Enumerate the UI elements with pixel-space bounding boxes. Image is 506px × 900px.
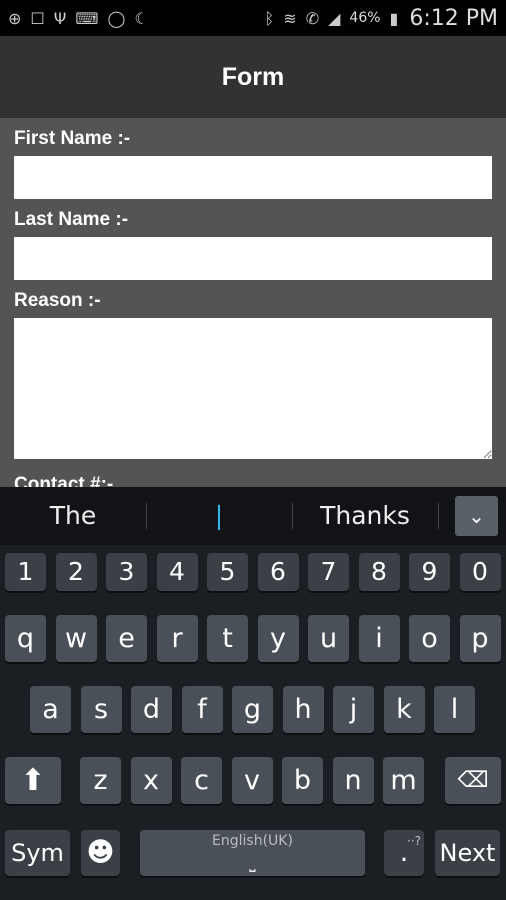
contact-label: Contact #:- [14, 474, 114, 487]
key-7[interactable]: 7 [308, 553, 349, 591]
key-6[interactable]: 6 [257, 553, 299, 591]
backspace-key[interactable]: ⌫ [445, 757, 501, 804]
phone-icon: ✆ [305, 8, 320, 28]
key-j[interactable]: j [333, 686, 374, 733]
key-l[interactable]: l [434, 686, 475, 733]
key-d[interactable]: d [131, 686, 172, 733]
clock: 6:12 PM [409, 5, 498, 31]
key-h[interactable]: h [282, 686, 324, 733]
battery-charging-icon: ▮ [389, 8, 399, 28]
key-s[interactable]: s [80, 686, 122, 733]
key-g[interactable]: g [232, 686, 273, 733]
chevron-down-icon: ⌄ [468, 504, 485, 528]
keyboard-icon: ⌨ [75, 8, 99, 28]
reason-label: Reason :- [14, 290, 101, 311]
key-w[interactable]: w [55, 615, 97, 662]
page-title: Form [0, 36, 506, 118]
reason-textarea[interactable] [14, 318, 492, 459]
next-key[interactable]: Next [435, 830, 500, 876]
key-m[interactable]: m [383, 757, 424, 804]
key-v[interactable]: v [231, 757, 273, 804]
key-5[interactable]: 5 [207, 553, 248, 591]
key-b[interactable]: b [282, 757, 323, 804]
battery-percent: 46% [349, 10, 381, 26]
key-1[interactable]: 1 [5, 553, 46, 591]
key-x[interactable]: x [130, 757, 172, 804]
first-name-label: First Name :- [14, 128, 131, 149]
signal-icon: ◢ [328, 8, 341, 28]
space-key[interactable]: English(UK) ⎵ [140, 830, 365, 876]
period-key[interactable]: ··?. [384, 830, 424, 876]
suggestion-the[interactable]: The [0, 487, 146, 545]
whatsapp-icon: ◯ [107, 8, 126, 28]
keyboard: 1 2 3 4 5 6 7 8 9 0 q w e r t y u i o p a s d f g h j k l z x c v b n m ⬆ ⌫ Sy… [0, 545, 506, 900]
shift-arrow-icon: ⬆ [20, 763, 46, 798]
key-q[interactable]: q [5, 615, 46, 662]
key-o[interactable]: o [409, 615, 450, 662]
key-f[interactable]: f [181, 686, 223, 733]
expand-suggestions-button[interactable]: ⌄ [455, 496, 498, 536]
key-3[interactable]: 3 [106, 553, 147, 591]
sym-key[interactable]: Sym [5, 830, 70, 876]
wifi-icon: ≋ [283, 8, 297, 28]
period-hint: ··? [407, 834, 421, 848]
suggestion-thanks[interactable]: Thanks [292, 487, 438, 545]
moon-app-icon: ☾ [134, 8, 149, 28]
backspace-icon: ⌫ [457, 768, 489, 793]
key-4[interactable]: 4 [156, 553, 198, 591]
key-a[interactable]: a [30, 686, 71, 733]
space-language-label: English(UK) [212, 833, 293, 849]
last-name-input[interactable] [14, 237, 492, 280]
key-c[interactable]: c [181, 757, 222, 804]
key-2[interactable]: 2 [55, 553, 97, 591]
key-8[interactable]: 8 [358, 553, 400, 591]
suggestion-bar: The | Thanks ⌄ [0, 487, 506, 545]
key-e[interactable]: e [106, 615, 147, 662]
key-i[interactable]: i [358, 615, 400, 662]
first-name-input[interactable] [14, 156, 492, 199]
key-r[interactable]: r [156, 615, 198, 662]
key-n[interactable]: n [332, 757, 374, 804]
notification-plus-icon: ⊕ [8, 8, 22, 28]
bluetooth-icon: ᛒ [264, 8, 275, 28]
key-9[interactable]: 9 [409, 553, 450, 591]
shift-key[interactable]: ⬆ [5, 757, 61, 804]
key-y[interactable]: y [257, 615, 299, 662]
emoji-key[interactable]: ☻ [81, 830, 120, 876]
last-name-label: Last Name :- [14, 209, 129, 230]
space-bar-icon: ⎵ [249, 853, 256, 872]
key-p[interactable]: p [459, 615, 501, 662]
key-z[interactable]: z [80, 757, 121, 804]
key-t[interactable]: t [207, 615, 248, 662]
usb-icon: Ψ [53, 8, 67, 28]
suggestion-cursor[interactable]: | [146, 487, 292, 545]
key-k[interactable]: k [383, 686, 425, 733]
screenshot-icon: ☐ [30, 8, 45, 28]
status-bar: ⊕ ☐ Ψ ⌨ ◯ ☾ ᛒ ≋ ✆ ◢ 46% ▮ 6:12 PM [0, 0, 506, 36]
key-u[interactable]: u [308, 615, 349, 662]
form: First Name :- Last Name :- Reason :- Con… [0, 118, 506, 487]
emoji-icon: ☻ [86, 837, 115, 868]
key-0[interactable]: 0 [459, 553, 501, 591]
